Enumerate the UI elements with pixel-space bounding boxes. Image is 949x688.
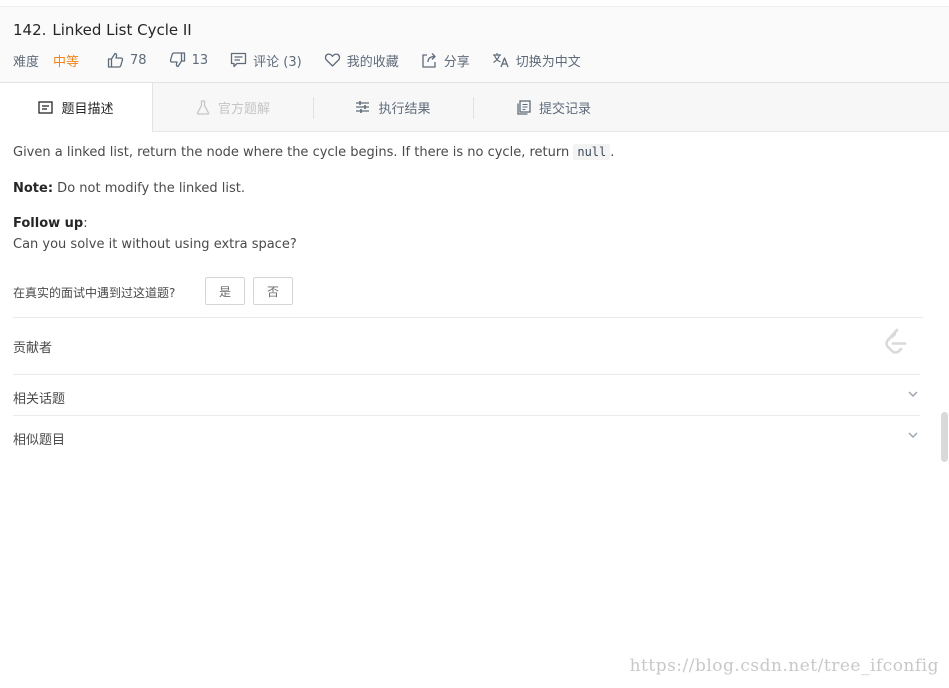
- description-text: Given a linked list, return the node whe…: [13, 145, 574, 160]
- thumbs-up-icon: [107, 52, 124, 68]
- divider: [13, 415, 920, 416]
- share-icon: [422, 53, 436, 68]
- difficulty-value: 中等: [53, 54, 80, 70]
- switch-language-button[interactable]: 切换为中文: [492, 51, 581, 70]
- problem-title: 142. Linked List Cycle II: [13, 21, 192, 39]
- note-paragraph: Note: Do not modify the linked list.: [13, 181, 245, 196]
- difficulty-label: 难度: [13, 54, 40, 70]
- switch-language-label: 切换为中文: [515, 54, 581, 70]
- related-topics-toggle[interactable]: 相关话题: [13, 388, 65, 407]
- tab-description[interactable]: 题目描述: [0, 83, 153, 132]
- comment-icon: [230, 52, 247, 68]
- interview-no-button[interactable]: 否: [253, 277, 293, 305]
- share-button[interactable]: 分享: [421, 51, 470, 70]
- problem-meta-bar: 难度 中等 78 13 评论 (3) 我的收藏 分享 切换为中文: [13, 51, 603, 70]
- description-icon: [38, 101, 54, 114]
- followup-label: Follow up: [13, 216, 84, 231]
- top-strip: [0, 0, 949, 7]
- problem-header: 142. Linked List Cycle II 难度 中等 78 13 评论 …: [0, 7, 949, 83]
- watermark: https://blog.csdn.net/tree_ifconfig: [629, 656, 939, 676]
- interview-question: 在真实的面试中遇到过这道题?: [13, 286, 176, 300]
- contributors-label: 贡献者: [13, 341, 53, 356]
- flask-icon: [196, 99, 210, 115]
- chevron-down-icon[interactable]: [907, 390, 919, 398]
- comments-label: 评论 (3): [253, 54, 302, 70]
- share-label: 分享: [443, 54, 470, 70]
- interview-yes-button[interactable]: 是: [205, 277, 245, 305]
- problem-tabs: 题目描述 官方题解 执行结果 提交记录: [0, 83, 949, 132]
- scrollbar-thumb[interactable]: [941, 412, 948, 462]
- thumbs-down-icon: [169, 52, 185, 68]
- tab-submissions[interactable]: 提交记录: [474, 83, 634, 131]
- tab-run-results[interactable]: 执行结果: [314, 83, 472, 131]
- note-text: Do not modify the linked list.: [53, 181, 245, 196]
- followup-text: Can you solve it without using extra spa…: [13, 237, 297, 252]
- divider: [13, 317, 923, 318]
- like-count: 78: [130, 52, 147, 68]
- leetcode-logo-icon: [885, 328, 907, 354]
- sliders-icon: [356, 101, 370, 113]
- tab-official-solution-label: 官方题解: [217, 101, 270, 117]
- comments-button[interactable]: 评论 (3): [230, 51, 302, 70]
- chevron-down-icon[interactable]: [907, 431, 919, 439]
- followup-heading: Follow up:: [13, 216, 88, 231]
- followup-colon: :: [83, 216, 88, 231]
- description-paragraph: Given a linked list, return the node whe…: [13, 144, 615, 160]
- translate-icon: [492, 53, 509, 68]
- favorite-button[interactable]: 我的收藏: [324, 51, 399, 70]
- tab-run-results-label: 执行结果: [378, 101, 431, 117]
- divider: [13, 374, 920, 375]
- favorite-label: 我的收藏: [346, 54, 399, 70]
- problem-name: Linked List Cycle II: [52, 21, 192, 39]
- similar-problems-toggle[interactable]: 相似题目: [13, 429, 65, 448]
- description-period: .: [610, 145, 615, 160]
- problem-number: 142.: [13, 21, 47, 39]
- heart-icon: [324, 53, 340, 67]
- dislike-count: 13: [191, 52, 209, 68]
- like-button[interactable]: 78: [107, 52, 147, 68]
- note-label: Note:: [13, 181, 54, 196]
- records-icon: [517, 99, 531, 115]
- null-code: null: [573, 144, 611, 160]
- dislike-button[interactable]: 13: [169, 52, 209, 68]
- tab-submissions-label: 提交记录: [538, 101, 591, 117]
- tab-description-label: 题目描述: [61, 102, 114, 117]
- tab-official-solution[interactable]: 官方题解: [153, 83, 313, 131]
